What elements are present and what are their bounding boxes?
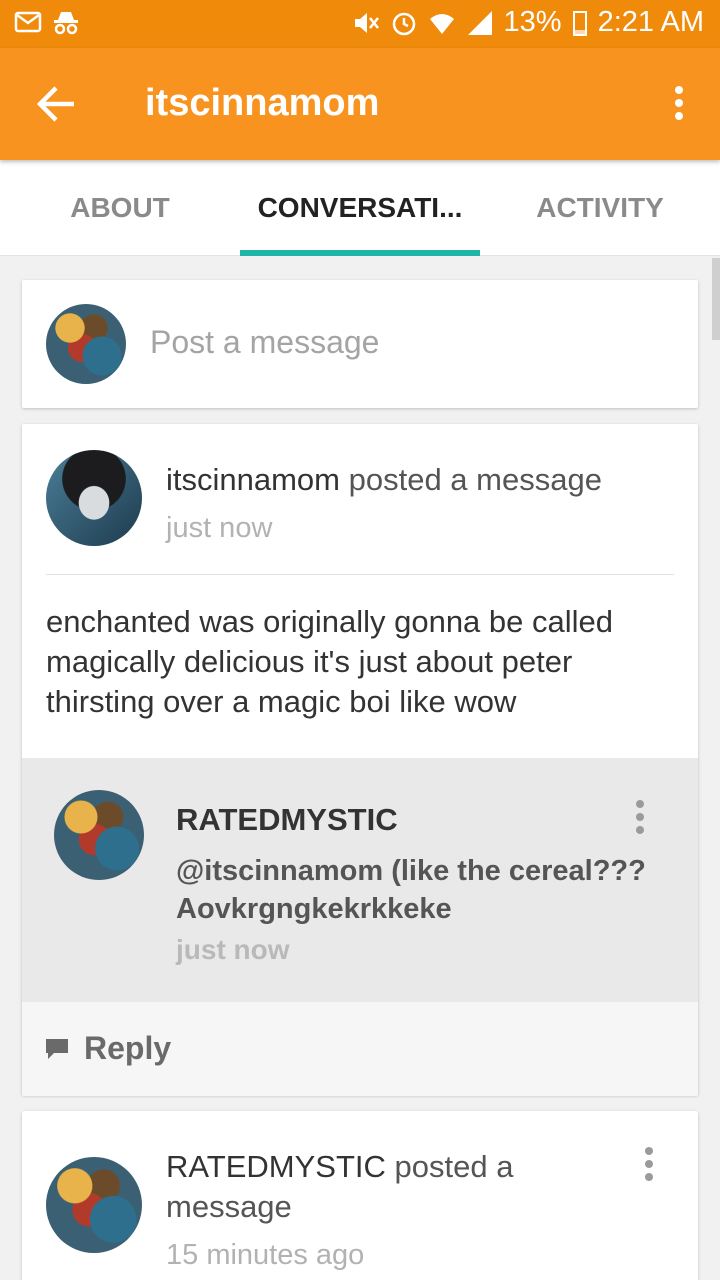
avatar[interactable] bbox=[46, 1157, 142, 1253]
app-bar: itscinnamom bbox=[0, 48, 720, 160]
post-body: enchanted was originally gonna be called… bbox=[46, 604, 614, 719]
post-composer[interactable]: Post a message bbox=[22, 280, 698, 408]
arrow-back-icon[interactable] bbox=[34, 84, 78, 124]
avatar bbox=[46, 304, 126, 384]
wifi-icon bbox=[429, 13, 454, 34]
reply-author[interactable]: RATEDMYSTIC bbox=[176, 802, 398, 838]
alarm-icon bbox=[392, 12, 415, 35]
comment-icon bbox=[46, 1038, 68, 1059]
battery-percent: 13% bbox=[503, 6, 562, 38]
reply-item: RATEDMYSTIC @itscinnamom (like the cerea… bbox=[22, 758, 698, 1002]
avatar[interactable] bbox=[54, 790, 144, 880]
reply-bar: Reply bbox=[22, 1002, 698, 1096]
spy-icon bbox=[54, 12, 78, 35]
more-vert-icon[interactable] bbox=[644, 1147, 654, 1183]
post-message-input[interactable]: Post a message bbox=[150, 324, 379, 361]
post-author[interactable]: itscinnamom bbox=[166, 462, 340, 497]
battery-icon bbox=[572, 10, 587, 36]
clock: 2:21 AM bbox=[597, 6, 704, 38]
tab-activity[interactable]: ACTIVITY bbox=[480, 160, 720, 256]
page-title: itscinnamom bbox=[145, 82, 380, 124]
post-header: RATEDMYSTIC posted a message bbox=[166, 1147, 606, 1227]
avatar[interactable] bbox=[46, 450, 142, 546]
post-card: RATEDMYSTIC posted a message 15 minutes … bbox=[22, 1111, 698, 1280]
tab-about[interactable]: ABOUT bbox=[0, 160, 240, 256]
post-timestamp: 15 minutes ago bbox=[166, 1239, 365, 1271]
post-author[interactable]: RATEDMYSTIC bbox=[166, 1149, 386, 1184]
scrollbar[interactable] bbox=[712, 258, 720, 340]
more-vert-icon[interactable] bbox=[635, 800, 645, 836]
post-header: itscinnamom posted a message bbox=[166, 460, 666, 500]
more-vert-icon[interactable] bbox=[674, 86, 684, 122]
reply-timestamp: just now bbox=[176, 934, 290, 965]
reply-label: Reply bbox=[84, 1030, 172, 1066]
status-bar: 13% 2:21 AM bbox=[0, 0, 720, 48]
post-timestamp: just now bbox=[166, 512, 273, 544]
reply-text: @itscinnamom (like the cereal??? Aovkrgn… bbox=[176, 855, 646, 925]
signal-icon bbox=[467, 10, 492, 35]
tab-conversation[interactable]: CONVERSATI... bbox=[240, 160, 480, 256]
mute-icon bbox=[354, 12, 379, 33]
post-action: posted a message bbox=[340, 462, 602, 497]
reply-button[interactable]: Reply bbox=[44, 1030, 171, 1067]
divider bbox=[46, 574, 674, 575]
tab-bar: ABOUT CONVERSATI... ACTIVITY bbox=[0, 160, 720, 256]
mail-icon bbox=[14, 11, 42, 33]
post-card: itscinnamom posted a message just now en… bbox=[22, 424, 698, 1096]
